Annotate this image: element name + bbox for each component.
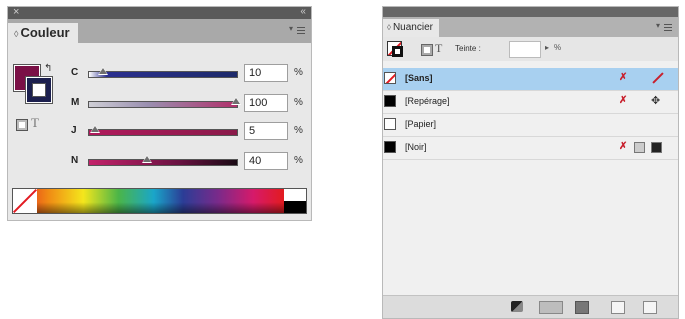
menu-arrow-icon: ▾ xyxy=(289,24,294,33)
show-color-swatches-icon[interactable] xyxy=(539,301,563,314)
slider-row-n: N 40 % xyxy=(66,152,306,172)
value-input[interactable]: 5 xyxy=(244,122,288,140)
swatch-chip xyxy=(384,118,396,130)
slider-row-c: C 10 % xyxy=(66,64,306,84)
swatches-panel-titlebar[interactable] xyxy=(383,7,678,17)
no-color-icon xyxy=(651,72,663,84)
apply-to-text-icon[interactable]: T xyxy=(435,41,442,56)
stroke-swatch[interactable] xyxy=(25,76,53,104)
color-panel: × ‹‹ ◊ Couleur ▾ ↰ T C 10 % M 100 % J 5 %… xyxy=(7,6,312,221)
swatch-list: [Sans] ✗ [Repérage] ✗ ✥ [Papier] [Noir] … xyxy=(383,68,678,160)
swatch-name: [Noir] xyxy=(405,142,427,152)
lock-icon: ✗ xyxy=(619,95,628,106)
stroke-proxy-icon[interactable] xyxy=(392,46,403,57)
swatch-chip xyxy=(384,141,396,153)
close-icon[interactable]: × xyxy=(13,6,19,18)
delete-swatch-icon[interactable] xyxy=(643,301,657,314)
swatch-name: [Sans] xyxy=(405,73,433,83)
value-input[interactable]: 100 xyxy=(244,94,288,112)
swatch-name: [Papier] xyxy=(405,119,437,129)
swatch-row-paper[interactable]: [Papier] xyxy=(383,114,678,137)
swatches-menu-button[interactable]: ▾ xyxy=(656,21,672,33)
slider-row-j: J 5 % xyxy=(66,122,306,142)
registration-icon: ✥ xyxy=(651,95,661,107)
slider-track[interactable] xyxy=(88,129,238,136)
slider-label: M xyxy=(71,97,80,108)
tint-percent-label: % xyxy=(554,43,562,52)
swatch-row-none[interactable]: [Sans] ✗ xyxy=(383,68,678,91)
gray-mode-icon xyxy=(634,142,645,153)
tab-nuancier-label: Nuancier xyxy=(392,22,433,33)
slider-thumb[interactable] xyxy=(231,97,241,105)
collapse-icon[interactable]: ‹‹ xyxy=(300,6,306,17)
white-black-swatch[interactable] xyxy=(284,189,306,213)
swatches-panel: ◊ Nuancier ▾ T Teinte : ▸ % [Sans] ✗ [Rep… xyxy=(382,6,679,319)
percent-label: % xyxy=(294,67,303,78)
percent-label: % xyxy=(294,125,303,136)
slider-thumb[interactable] xyxy=(97,67,108,75)
tab-grip-icon: ◊ xyxy=(14,29,19,39)
slider-thumb[interactable] xyxy=(142,155,153,163)
color-tabstrip: ◊ Couleur ▾ xyxy=(8,19,311,43)
slider-thumb[interactable] xyxy=(90,125,101,133)
percent-label: % xyxy=(294,97,303,108)
lock-icon: ✗ xyxy=(619,72,628,83)
menu-lines-icon xyxy=(297,27,305,34)
swatch-row-black[interactable]: [Noir] ✗ xyxy=(383,137,678,160)
slider-track[interactable] xyxy=(88,101,238,108)
color-spectrum-ramp[interactable] xyxy=(12,188,307,214)
show-gradient-swatches-icon[interactable] xyxy=(575,301,589,314)
none-color-icon[interactable] xyxy=(13,189,37,213)
panel-menu-button[interactable]: ▾ xyxy=(289,24,305,36)
menu-arrow-icon: ▾ xyxy=(656,21,661,30)
slider-track[interactable] xyxy=(88,71,238,78)
swatch-name: [Repérage] xyxy=(405,96,450,106)
tab-couleur[interactable]: ◊ Couleur xyxy=(8,23,78,43)
apply-to-container-icon[interactable] xyxy=(16,119,28,131)
stroke-swatch-inner xyxy=(32,83,46,97)
tint-arrow-icon[interactable]: ▸ xyxy=(545,43,549,52)
lock-icon: ✗ xyxy=(619,141,628,152)
swatch-row-registration[interactable]: [Repérage] ✗ ✥ xyxy=(383,91,678,114)
swatch-chip xyxy=(384,72,396,84)
value-input[interactable]: 10 xyxy=(244,64,288,82)
swatch-chip xyxy=(384,95,396,107)
color-panel-titlebar[interactable]: × ‹‹ xyxy=(8,6,311,19)
apply-to-container-icon[interactable] xyxy=(421,44,433,56)
tab-nuancier[interactable]: ◊ Nuancier xyxy=(383,19,439,37)
slider-row-m: M 100 % xyxy=(66,94,306,114)
slider-label: C xyxy=(71,67,79,78)
swap-fill-stroke-icon[interactable]: ↰ xyxy=(44,63,52,74)
swatches-tabstrip: ◊ Nuancier ▾ xyxy=(383,17,678,37)
slider-label: J xyxy=(71,125,77,136)
slider-track[interactable] xyxy=(88,159,238,166)
swatches-toolbar: T Teinte : ▸ % xyxy=(383,37,678,61)
percent-label: % xyxy=(294,155,303,166)
tab-couleur-label: Couleur xyxy=(20,25,70,40)
tint-input[interactable] xyxy=(509,41,541,58)
new-swatch-icon[interactable] xyxy=(611,301,625,314)
cmyk-icon xyxy=(651,142,662,153)
value-input[interactable]: 40 xyxy=(244,152,288,170)
slider-label: N xyxy=(71,155,79,166)
tint-label: Teinte : xyxy=(455,44,481,53)
show-all-swatches-icon[interactable] xyxy=(511,301,523,312)
apply-to-text-icon[interactable]: T xyxy=(31,115,39,131)
menu-lines-icon xyxy=(664,24,672,31)
tab-grip-icon: ◊ xyxy=(387,23,391,32)
swatches-bottom-bar xyxy=(383,295,678,318)
